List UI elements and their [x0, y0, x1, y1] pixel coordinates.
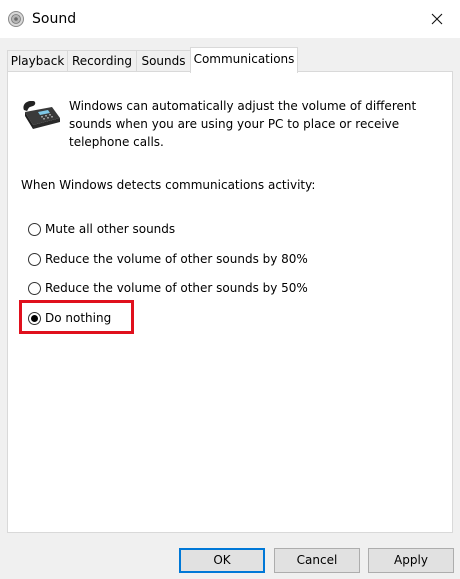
close-icon: [431, 13, 443, 25]
radio-button[interactable]: [28, 252, 41, 266]
tab-recording[interactable]: Recording: [67, 50, 137, 71]
description-text: Windows can automatically adjust the vol…: [69, 99, 417, 149]
title-bar: Sound: [0, 0, 460, 38]
radio-button[interactable]: [28, 222, 41, 236]
radio-button[interactable]: [28, 281, 41, 295]
option-label: Reduce the volume of other sounds by 80%: [45, 252, 308, 266]
tab-playback[interactable]: Playback: [7, 50, 68, 71]
option-label: Reduce the volume of other sounds by 50%: [45, 281, 308, 295]
speaker-icon: [8, 11, 24, 27]
tab-sounds[interactable]: Sounds: [136, 50, 191, 71]
cancel-button[interactable]: Cancel: [274, 548, 360, 573]
window-title: Sound: [32, 11, 77, 27]
telephone-icon: [23, 101, 60, 129]
option-reduce-50[interactable]: Reduce the volume of other sounds by 50%: [28, 278, 308, 298]
apply-button[interactable]: Apply: [368, 548, 454, 573]
detect-activity-label: When Windows detects communications acti…: [21, 178, 316, 192]
close-button[interactable]: [414, 0, 460, 38]
option-label: Mute all other sounds: [45, 222, 176, 236]
sound-dialog: Sound Playback Recording Sounds Communic…: [0, 0, 460, 579]
highlight-annotation: [19, 300, 134, 334]
option-reduce-80[interactable]: Reduce the volume of other sounds by 80%: [28, 249, 308, 269]
tab-communications[interactable]: Communications: [190, 47, 298, 73]
ok-button[interactable]: OK: [179, 548, 265, 573]
communications-panel: Windows can automatically adjust the vol…: [7, 71, 453, 533]
option-mute-all[interactable]: Mute all other sounds: [28, 219, 175, 239]
